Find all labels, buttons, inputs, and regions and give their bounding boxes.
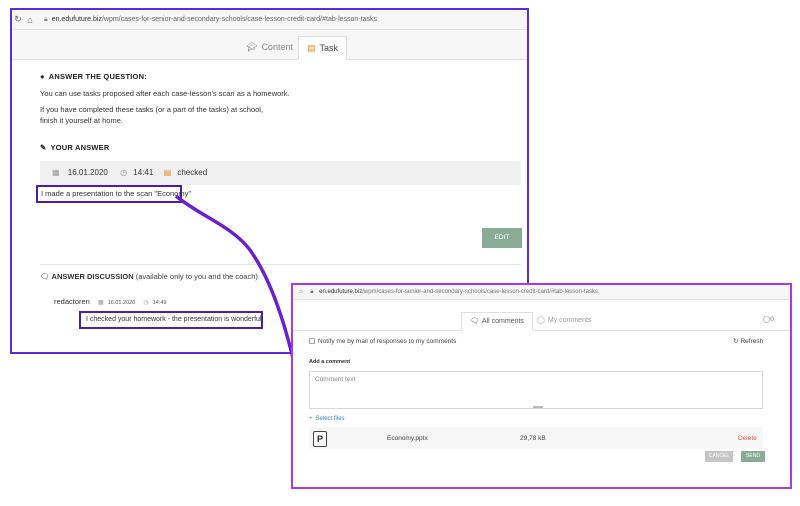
discussion-note: (available only to you and the coach) bbox=[135, 272, 258, 281]
question-heading: ● ANSWER THE QUESTION: bbox=[40, 72, 147, 81]
comment-tabs: 🗨︎ All comments ◯ My comments ◯0 bbox=[293, 309, 790, 331]
url-domain: en.edufuture.biz bbox=[319, 289, 363, 295]
comment-time: 14:49 bbox=[152, 300, 167, 306]
discussion-heading: 🗨︎ ANSWER DISCUSSION (available only to y… bbox=[40, 272, 258, 281]
notify-checkbox[interactable] bbox=[309, 338, 315, 345]
comment-icon: ◯ bbox=[537, 317, 545, 324]
tab-all-comments-label: All comments bbox=[481, 318, 524, 325]
edit-button[interactable]: EDIT bbox=[482, 228, 522, 248]
refresh-icon: ↻ bbox=[733, 338, 739, 345]
select-files-link[interactable]: + Select files bbox=[309, 416, 345, 422]
your-answer-heading: ✎ YOUR ANSWER bbox=[40, 143, 110, 152]
comment-textarea[interactable]: Comment text bbox=[309, 371, 763, 409]
comments-window: ⌂ 🔒︎ en.edufuture.biz/wpm/cases-for-seni… bbox=[291, 283, 792, 489]
discussion-meta: redactoren ▦ 16.01.2020 ◷ 14:49 bbox=[54, 297, 166, 306]
address-bar[interactable]: ↻ ⌂ 🔒︎ en.edufuture.biz/wpm/cases-for-se… bbox=[12, 10, 527, 30]
select-files-label: Select files bbox=[315, 416, 345, 422]
plus-icon: + bbox=[309, 416, 313, 422]
question-line-1: You can use tasks proposed after each ca… bbox=[40, 89, 290, 98]
question-circle-icon: ● bbox=[40, 72, 45, 81]
coach-message-highlight: I checked your homework - the presentati… bbox=[79, 311, 263, 329]
calendar-icon: ▦ bbox=[52, 168, 60, 177]
question-line-3: finish it yourself at home. bbox=[40, 116, 123, 125]
answer-text: I made a presentation to the scan "Econo… bbox=[41, 189, 191, 198]
lock-icon: 🔒︎ bbox=[44, 15, 48, 23]
graduation-cap-icon: 🎓︎ bbox=[246, 42, 258, 52]
answer-status: checked bbox=[177, 168, 208, 177]
send-button[interactable]: SEND bbox=[741, 451, 765, 462]
home-icon[interactable]: ⌂ bbox=[24, 15, 36, 25]
tab-my-comments[interactable]: ◯ My comments bbox=[529, 312, 599, 331]
notify-option[interactable]: Notify me by mail of responses to my com… bbox=[309, 338, 456, 345]
clock-icon: ◷ bbox=[143, 300, 149, 306]
coach-message: I checked your homework - the presentati… bbox=[86, 316, 264, 323]
question-heading-text: ANSWER THE QUESTION: bbox=[48, 72, 147, 81]
notify-label: Notify me by mail of responses to my com… bbox=[318, 338, 457, 345]
file-icon: P bbox=[313, 431, 327, 447]
answer-date: 16.01.2020 bbox=[67, 168, 108, 177]
file-name: Economy.pptx bbox=[387, 435, 428, 442]
tab-task-label: Task bbox=[319, 43, 339, 53]
lesson-tabs: 🎓︎ Content ▤ Task bbox=[12, 30, 527, 60]
tab-task[interactable]: ▤ Task bbox=[298, 36, 348, 60]
file-size: 29,78 kB bbox=[520, 435, 546, 442]
refresh-button[interactable]: ↻ Refresh bbox=[733, 337, 763, 345]
document-icon: ▤ bbox=[307, 43, 316, 53]
comment-placeholder: Comment text bbox=[315, 376, 356, 383]
comments-icon: 🗨︎ bbox=[40, 272, 50, 281]
divider bbox=[40, 264, 521, 265]
lock-icon: 🔒︎ bbox=[310, 289, 314, 295]
pencil-icon: ✎ bbox=[40, 143, 47, 152]
comment-count-value: 0 bbox=[770, 316, 774, 323]
reload-icon[interactable]: ↻ bbox=[12, 14, 24, 25]
comments-icon: 🗨︎ bbox=[470, 318, 479, 325]
url-path: /wpm/cases-for-senior-and-secondary-scho… bbox=[101, 16, 377, 23]
file-icon: ▤ bbox=[163, 168, 172, 177]
answer-text-highlight: I made a presentation to the scan "Econo… bbox=[36, 185, 191, 203]
comment-date: 16.01.2020 bbox=[107, 300, 136, 306]
comment-author[interactable]: redactoren bbox=[54, 297, 90, 306]
discussion-heading-text: ANSWER DISCUSSION bbox=[51, 272, 134, 281]
resize-handle[interactable] bbox=[533, 406, 543, 408]
tab-content-label: Content bbox=[261, 42, 293, 52]
tab-my-comments-label: My comments bbox=[547, 317, 592, 324]
url-domain: en.edufuture.biz bbox=[51, 16, 102, 23]
your-answer-heading-text: YOUR ANSWER bbox=[50, 143, 110, 152]
answer-meta-bar: ▦ 16.01.2020 ◷ 14:41 ▤ checked bbox=[40, 161, 521, 185]
answer-time: 14:41 bbox=[133, 168, 154, 177]
address-bar[interactable]: ⌂ 🔒︎ en.edufuture.biz/wpm/cases-for-seni… bbox=[293, 285, 790, 300]
home-icon[interactable]: ⌂ bbox=[299, 289, 303, 295]
tab-content[interactable]: 🎓︎ Content bbox=[238, 36, 301, 60]
cancel-button[interactable]: CANCEL bbox=[705, 451, 733, 462]
clock-icon: ◷ bbox=[120, 168, 128, 177]
refresh-label: Refresh bbox=[740, 338, 764, 345]
comment-count: ◯0 bbox=[763, 315, 774, 323]
tab-all-comments[interactable]: 🗨︎ All comments bbox=[461, 312, 533, 331]
add-comment-label: Add a comment bbox=[309, 359, 351, 365]
calendar-icon: ▦ bbox=[97, 300, 104, 306]
delete-file-button[interactable]: Delete bbox=[738, 435, 757, 442]
url-path: /wpm/cases-for-senior-and-secondary-scho… bbox=[362, 289, 598, 295]
